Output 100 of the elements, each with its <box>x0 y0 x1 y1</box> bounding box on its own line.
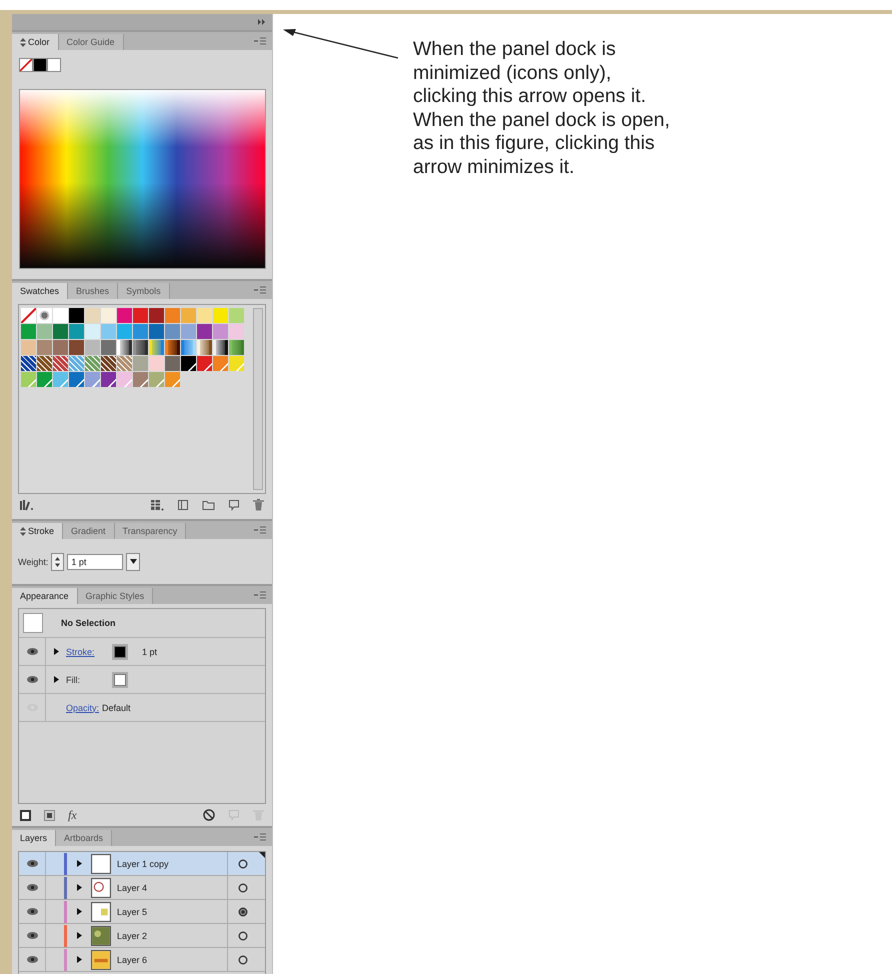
grid-icon[interactable] <box>150 499 164 511</box>
panel-tab[interactable]: Swatches <box>12 283 68 299</box>
color-swatch[interactable] <box>37 356 52 371</box>
color-chip[interactable] <box>19 58 33 72</box>
color-swatch[interactable] <box>149 308 164 323</box>
attribute-link[interactable]: Stroke: <box>66 646 112 656</box>
panel-tab[interactable]: Gradient <box>63 523 115 539</box>
color-swatch[interactable] <box>101 372 116 387</box>
expand-icon[interactable] <box>54 648 58 655</box>
target-icon[interactable] <box>238 858 248 868</box>
color-swatch[interactable] <box>149 324 164 339</box>
gradient-swatch[interactable] <box>133 340 148 355</box>
color-swatch[interactable] <box>197 324 212 339</box>
caret-icon[interactable] <box>130 559 137 564</box>
color-swatch[interactable] <box>101 340 116 355</box>
target-icon[interactable] <box>238 930 248 940</box>
expand-icon[interactable] <box>77 908 82 915</box>
weight-stepper[interactable] <box>51 552 64 570</box>
color-swatch[interactable] <box>197 308 212 323</box>
panel-tab[interactable]: Appearance <box>12 588 78 604</box>
color-swatch[interactable] <box>69 372 84 387</box>
eye-icon[interactable] <box>26 860 38 867</box>
color-swatch[interactable] <box>37 324 52 339</box>
panel-tab[interactable]: Symbols <box>118 283 170 299</box>
panel-tab[interactable]: Color Guide <box>58 34 124 50</box>
layer-row[interactable]: Layer 1 copy <box>19 852 265 876</box>
color-swatch[interactable] <box>133 356 148 371</box>
panel-tab[interactable]: Artboards <box>56 830 112 846</box>
color-swatch[interactable] <box>85 356 100 371</box>
color-chip[interactable] <box>47 58 61 72</box>
eye-icon[interactable] <box>26 884 38 891</box>
color-swatch[interactable] <box>53 324 68 339</box>
color-swatch[interactable] <box>21 372 36 387</box>
trash-icon[interactable] <box>253 499 264 511</box>
stepper-arrows-icon[interactable] <box>54 556 62 568</box>
gradient-swatch[interactable] <box>165 340 180 355</box>
effects-button[interactable]: fx <box>68 808 77 822</box>
eye-icon[interactable] <box>26 676 38 683</box>
color-swatch[interactable] <box>117 308 132 323</box>
panel-menu-icon[interactable] <box>254 591 266 599</box>
color-swatch[interactable] <box>21 324 36 339</box>
eye-icon[interactable] <box>26 648 38 655</box>
panel-tab[interactable]: Brushes <box>68 283 118 299</box>
scrollbar[interactable] <box>253 308 263 490</box>
panel-menu-icon[interactable] <box>254 37 266 45</box>
panel-menu-icon[interactable] <box>254 526 266 534</box>
layer-row[interactable]: Layer 2 <box>19 924 265 948</box>
gradient-swatch[interactable] <box>149 340 164 355</box>
color-swatch[interactable] <box>85 372 100 387</box>
color-swatch[interactable] <box>21 356 36 371</box>
color-swatch[interactable] <box>165 308 180 323</box>
weight-field[interactable]: 1 pt <box>67 554 124 570</box>
color-swatch[interactable] <box>37 308 52 323</box>
layer-row[interactable]: Layer 6 <box>19 948 265 972</box>
panel-menu-icon[interactable] <box>254 833 266 841</box>
layer-row[interactable]: Layer 4 <box>19 876 265 900</box>
color-swatch[interactable] <box>197 356 212 371</box>
color-swatch[interactable] <box>53 308 68 323</box>
color-swatch[interactable] <box>53 356 68 371</box>
target-icon[interactable] <box>238 906 248 916</box>
target-icon[interactable] <box>238 954 248 964</box>
color-spectrum[interactable] <box>19 89 266 269</box>
color-swatch[interactable] <box>69 340 84 355</box>
color-chip[interactable] <box>33 58 47 72</box>
gradient-swatch[interactable] <box>197 340 212 355</box>
add-stroke-icon[interactable] <box>20 810 31 820</box>
color-swatch[interactable] <box>149 356 164 371</box>
color-swatch[interactable] <box>181 324 196 339</box>
color-swatch[interactable] <box>117 372 132 387</box>
color-swatch[interactable] <box>69 308 84 323</box>
panel-icon[interactable] <box>177 499 189 511</box>
color-swatch[interactable] <box>101 356 116 371</box>
color-swatch[interactable] <box>37 340 52 355</box>
color-swatch[interactable] <box>21 308 36 323</box>
panel-tab[interactable]: Layers <box>12 830 56 846</box>
color-swatch[interactable] <box>181 308 196 323</box>
add-fill-icon[interactable] <box>44 810 55 820</box>
color-swatch[interactable] <box>213 324 228 339</box>
color-swatch[interactable] <box>69 324 84 339</box>
color-swatch[interactable] <box>69 356 84 371</box>
color-swatch[interactable] <box>229 308 244 323</box>
layer-row[interactable]: Layer 5 <box>19 900 265 924</box>
color-swatch[interactable] <box>53 372 68 387</box>
expand-icon[interactable] <box>77 860 82 867</box>
panel-tab[interactable]: Graphic Styles <box>78 588 154 604</box>
clear-icon[interactable] <box>203 809 215 821</box>
color-swatch[interactable] <box>165 372 180 387</box>
color-swatch[interactable] <box>117 356 132 371</box>
color-swatch[interactable] <box>85 324 100 339</box>
expand-icon[interactable] <box>77 884 82 891</box>
color-swatch[interactable] <box>133 372 148 387</box>
expand-icon[interactable] <box>77 932 82 939</box>
expand-icon[interactable] <box>77 956 82 963</box>
gradient-swatch[interactable] <box>117 340 132 355</box>
folder-icon[interactable] <box>202 499 215 511</box>
library-icon[interactable] <box>20 499 34 511</box>
gradient-swatch[interactable] <box>181 340 196 355</box>
color-swatch[interactable] <box>213 356 228 371</box>
panel-tab[interactable]: Color <box>12 34 59 50</box>
color-swatch[interactable] <box>37 372 52 387</box>
